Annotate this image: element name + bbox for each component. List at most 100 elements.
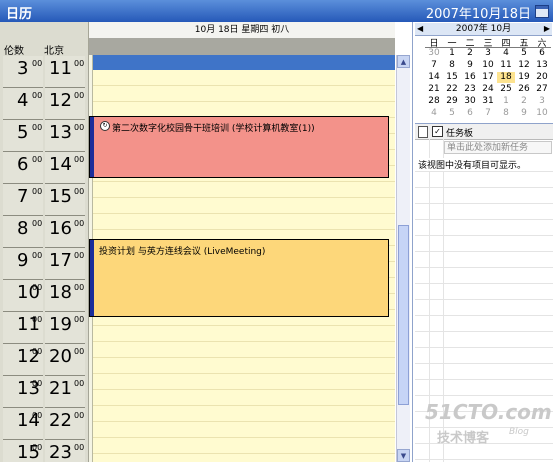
day-cell[interactable]: 28 xyxy=(425,96,443,107)
day-cell[interactable]: 4 xyxy=(425,108,443,119)
day-cell[interactable]: 17 xyxy=(479,72,497,83)
day-cell[interactable]: 12 xyxy=(515,60,533,71)
day-cell[interactable]: 16 xyxy=(461,72,479,83)
watermark-blog: Blog xyxy=(509,427,529,437)
day-cell[interactable]: 13 xyxy=(533,60,551,71)
next-month-icon[interactable]: ▶ xyxy=(544,23,550,35)
vertical-scrollbar[interactable]: ▲ ▼ xyxy=(396,55,410,462)
hour-cell-zone1: 6 00 xyxy=(3,152,43,184)
all-day-area[interactable] xyxy=(89,38,395,55)
appointment-status-bar xyxy=(90,240,94,316)
day-cell[interactable]: 23 xyxy=(461,84,479,95)
day-cell[interactable]: 30 xyxy=(425,48,443,59)
time-ruler: 伦数 北京 3 00 11 00 4 00 12 00 5 00 13 00 6 00 14 00 7 00 15 0… xyxy=(0,22,89,462)
day-cell[interactable]: 29 xyxy=(443,96,461,107)
hour-label: 9 xyxy=(17,250,29,271)
day-cell[interactable]: 19 xyxy=(515,72,533,83)
minute-label: 00 xyxy=(32,251,43,260)
scroll-down-button[interactable]: ▼ xyxy=(397,449,410,462)
prev-month-icon[interactable]: ◀ xyxy=(417,23,423,35)
day-cell[interactable]: 6 xyxy=(533,48,551,59)
hour-cell-zone2: 17 00 xyxy=(45,248,85,280)
day-cell[interactable]: 25 xyxy=(497,84,515,95)
day-cell[interactable]: 7 xyxy=(425,60,443,71)
day-cell[interactable]: 8 xyxy=(443,60,461,71)
day-cell[interactable]: 11 xyxy=(497,60,515,71)
day-cell[interactable]: 26 xyxy=(515,84,533,95)
day-cell[interactable]: 8 xyxy=(497,108,515,119)
hour-row: 11 00 19 00 xyxy=(0,312,88,344)
hour-label: 12 xyxy=(49,90,72,111)
day-cell[interactable]: 9 xyxy=(515,108,533,119)
hour-label: 8 xyxy=(17,218,29,239)
day-cell[interactable]: 14 xyxy=(425,72,443,83)
day-cell[interactable]: 3 xyxy=(533,96,551,107)
day-cell[interactable]: 18 xyxy=(497,72,515,83)
scroll-thumb[interactable] xyxy=(398,225,409,405)
day-cell[interactable]: 2 xyxy=(515,96,533,107)
title-bar: 日历 2007年10月18日 xyxy=(0,0,553,22)
day-cell[interactable]: 10 xyxy=(533,108,551,119)
day-cell[interactable]: 24 xyxy=(479,84,497,95)
hour-label: 23 xyxy=(49,442,72,462)
minute-label: 00 xyxy=(74,443,85,452)
hour-cell-zone1: 5 00 xyxy=(3,120,43,152)
minute-label: 00 xyxy=(32,347,43,356)
day-cell[interactable]: 1 xyxy=(443,48,461,59)
day-cell[interactable]: 3 xyxy=(479,48,497,59)
day-cell[interactable]: 21 xyxy=(425,84,443,95)
hour-cell-zone1: 14 00 xyxy=(3,408,43,440)
current-date: 2007年10月18日 xyxy=(425,7,531,22)
selected-timeslot[interactable] xyxy=(92,55,395,70)
hour-label: 20 xyxy=(49,346,72,367)
hour-cell-zone2: 11 00 xyxy=(45,56,85,88)
day-cell[interactable]: 5 xyxy=(515,48,533,59)
day-cell[interactable]: 22 xyxy=(443,84,461,95)
day-cell[interactable]: 15 xyxy=(443,72,461,83)
minute-label: 00 xyxy=(32,123,43,132)
hour-cell-zone2: 23 00 xyxy=(45,440,85,462)
day-header[interactable]: 10月 18日 星期四 初八 xyxy=(89,22,395,39)
hour-cell-zone1: 7 00 xyxy=(3,184,43,216)
day-cell[interactable]: 4 xyxy=(497,48,515,59)
day-cell[interactable]: 7 xyxy=(479,108,497,119)
day-cell[interactable]: 30 xyxy=(461,96,479,107)
day-cell[interactable]: 5 xyxy=(443,108,461,119)
hour-label: 3 xyxy=(17,58,29,79)
minute-label: 00 xyxy=(74,187,85,196)
scroll-up-button[interactable]: ▲ xyxy=(397,55,410,68)
calendar-icon[interactable] xyxy=(535,5,549,18)
minute-label: 00 xyxy=(74,347,85,356)
hour-cell-zone1: 9 00 xyxy=(3,248,43,280)
minute-label: 00 xyxy=(32,155,43,164)
day-cell[interactable]: 20 xyxy=(533,72,551,83)
minute-label: 00 xyxy=(32,379,43,388)
minute-label: 00 xyxy=(32,91,43,100)
task-type-icon[interactable] xyxy=(418,126,428,138)
minute-label: 00 xyxy=(74,91,85,100)
hour-cell-zone1: 11 00 xyxy=(3,312,43,344)
hour-cell-zone2: 12 00 xyxy=(45,88,85,120)
timezone-label-1: 伦数 xyxy=(4,46,24,57)
day-cell[interactable]: 1 xyxy=(497,96,515,107)
minute-label: 00 xyxy=(32,187,43,196)
new-task-input[interactable]: 单击此处添加新任务 xyxy=(444,141,552,154)
appointment-meeting[interactable]: 投资计划 与英方连线会议 (LiveMeeting) xyxy=(89,239,389,317)
day-cell[interactable]: 2 xyxy=(461,48,479,59)
hour-label: 15 xyxy=(49,186,72,207)
day-cell[interactable]: 27 xyxy=(533,84,551,95)
hour-cell-zone1: 15 00 xyxy=(3,440,43,462)
appointment-training[interactable]: ↻ 第二次数字化校园骨干班培训 (学校计算机教室(1)) xyxy=(89,116,389,178)
day-cell[interactable]: 31 xyxy=(479,96,497,107)
day-cell[interactable]: 10 xyxy=(479,60,497,71)
date-navigator: ◀ 2007年 10月 ▶ 日一二三四五六 30 1 2 3 4 5 6 7 8 9 10 11 12 13… xyxy=(415,23,552,121)
taskpad-title[interactable]: 任务板 xyxy=(446,126,473,139)
hour-cell-zone2: 15 00 xyxy=(45,184,85,216)
minute-label: 00 xyxy=(32,219,43,228)
task-complete-checkbox-icon[interactable]: ✓ xyxy=(432,126,443,137)
date-navigator-header: ◀ 2007年 10月 ▶ xyxy=(415,23,552,36)
hour-label: 16 xyxy=(49,218,72,239)
hour-row: 10 00 18 00 xyxy=(0,280,88,312)
day-cell[interactable]: 6 xyxy=(461,108,479,119)
day-cell[interactable]: 9 xyxy=(461,60,479,71)
